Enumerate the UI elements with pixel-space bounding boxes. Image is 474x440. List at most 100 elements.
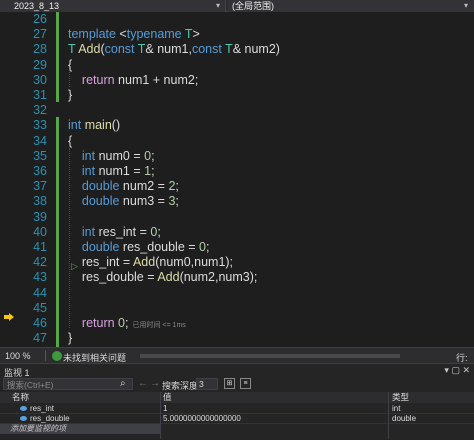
code-line[interactable]: 27 template <typename T> [0, 27, 474, 42]
search-depth-select[interactable]: 3 [196, 378, 218, 390]
arrow-right-icon[interactable]: → [150, 378, 160, 389]
code-token: & num2) [232, 42, 280, 57]
code-token: ; [125, 316, 129, 330]
column-value-header[interactable]: 值 [163, 392, 172, 403]
code-token: { [68, 133, 73, 148]
code-token: T [184, 27, 193, 42]
project-label: 2023_8_13 [14, 1, 60, 11]
code-token: ; [151, 164, 155, 178]
code-token: (num0,num1); [155, 255, 234, 270]
code-line[interactable]: 35 int num0 = 0; [0, 149, 474, 164]
code-line[interactable]: 44 [0, 286, 474, 301]
code-token: T [68, 42, 79, 57]
line-number: 26 [33, 12, 47, 26]
code-token: 0 [118, 316, 125, 330]
arrow-left-icon[interactable]: ← [138, 378, 148, 389]
line-number: 41 [33, 240, 47, 254]
scope-dropdown[interactable]: (全局范围) ▾ [228, 0, 474, 12]
watch-name: res_int [30, 404, 55, 413]
code-line[interactable]: 28 T Add(const T& num1,const T& num2) [0, 42, 474, 57]
line-number: 36 [33, 164, 47, 178]
suggestion-icon[interactable]: ▷ [71, 261, 78, 272]
line-number: 44 [33, 285, 47, 300]
code-token: return [81, 72, 119, 87]
code-token: < [119, 27, 127, 42]
watch-name: res_double [30, 414, 70, 423]
code-line[interactable]: 29 { [0, 58, 474, 73]
code-line[interactable]: 31} [0, 88, 474, 103]
code-line[interactable]: 40 int res_int = 0; [0, 225, 474, 240]
code-text: template <typename T> [68, 27, 200, 42]
project-dropdown[interactable]: 2023_8_13 ▾ [0, 0, 226, 12]
watch-type: double [392, 414, 417, 423]
code-token: () [111, 118, 121, 133]
code-text: res_int = Add(num0,num1); [68, 255, 233, 270]
code-token: { [68, 57, 73, 72]
code-text: double num2 = 2; [68, 179, 179, 194]
code-token: num1 = [98, 164, 145, 178]
code-line[interactable]: 39 [0, 210, 474, 225]
code-token: ; [157, 224, 161, 239]
code-token: Add [157, 270, 180, 285]
watch-value[interactable]: 5.0000000000000000 [163, 414, 241, 424]
code-token: Add [132, 255, 156, 270]
line-number: 40 [33, 224, 47, 239]
panel-controls[interactable]: ▾ ▢ ✕ [444, 365, 470, 376]
list-icon[interactable]: ≡ [240, 378, 251, 389]
code-token: ; [151, 148, 155, 163]
line-number: 37 [33, 179, 47, 194]
code-token: template [68, 27, 120, 42]
code-token: ; [205, 240, 210, 254]
variable-icon [20, 416, 27, 421]
code-token: ; [175, 194, 179, 209]
code-line[interactable]: 46 return 0; 已用时间 <= 1ms [0, 316, 474, 331]
chevron-down-icon: ▾ [216, 1, 221, 10]
column-name-header[interactable]: 名称 [12, 392, 29, 403]
line-number: 32 [33, 103, 47, 118]
code-line[interactable]: 36 int num1 = 1; [0, 164, 474, 179]
chevron-down-icon: ▾ [464, 1, 469, 10]
watch-row[interactable]: res_double 5.0000000000000000 double [0, 414, 474, 424]
zoom-level[interactable]: 100 % [5, 351, 31, 361]
code-line[interactable]: 34 { [0, 134, 474, 149]
code-token: int [68, 118, 85, 133]
elapsed-time-hint: 已用时间 <= 1ms [132, 322, 186, 329]
code-line[interactable]: 32 [0, 103, 474, 118]
code-token: main [84, 118, 112, 133]
divider [45, 350, 46, 361]
add-watch-row[interactable]: 添加要监视的项 [0, 424, 160, 434]
code-line[interactable]: 26 [0, 12, 474, 27]
code-line[interactable]: 33 int main() [0, 118, 474, 133]
code-token: 0 [199, 240, 206, 254]
code-line[interactable]: 43 res_double = Add(num2,num3); [0, 270, 474, 285]
code-line[interactable]: 47} [0, 331, 474, 346]
code-text: int main() [68, 118, 120, 133]
code-token: double [81, 194, 123, 209]
code-line[interactable]: 41 double res_double = 0; [0, 240, 474, 255]
code-text: { [68, 134, 72, 149]
code-line[interactable]: 38 double num3 = 3; [0, 194, 474, 209]
code-editor[interactable]: 26 27 template <typename T> 28 T Add(const T… [0, 12, 474, 347]
watch-row[interactable]: res_int 1 int [0, 404, 474, 414]
code-token: } [68, 88, 73, 102]
code-token: res_double = [68, 270, 158, 285]
horizontal-scrollbar[interactable] [140, 354, 400, 358]
code-line[interactable]: 45 [0, 301, 474, 316]
watch-value[interactable]: 1 [163, 404, 167, 414]
line-number: 30 [33, 72, 47, 87]
watch-search-input[interactable]: 搜索(Ctrl+E) ⌕ [3, 378, 133, 390]
column-divider[interactable] [388, 392, 389, 439]
code-text: { [68, 58, 72, 73]
code-line[interactable]: 30 return num1 + num2; [0, 73, 474, 88]
pin-icon[interactable]: ⊞ [224, 378, 235, 389]
code-line[interactable]: 37 double num2 = 2; [0, 179, 474, 194]
column-type-header[interactable]: 类型 [392, 392, 409, 403]
column-divider[interactable] [160, 392, 161, 439]
search-icon[interactable]: ⌕ [120, 378, 126, 389]
line-number: 43 [33, 270, 47, 285]
code-token: typename [126, 27, 185, 42]
